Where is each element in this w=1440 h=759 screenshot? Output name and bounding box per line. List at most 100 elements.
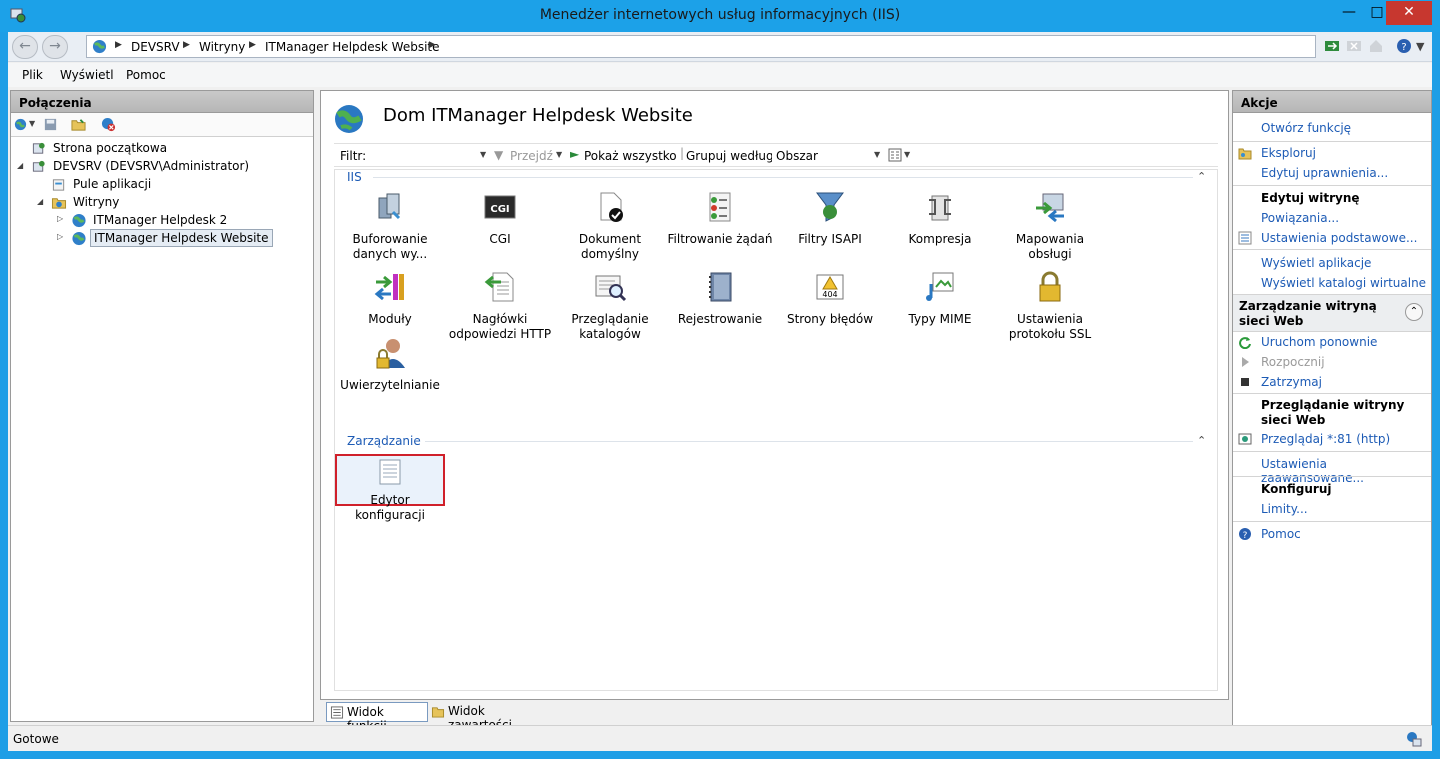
folder-icon[interactable]: [71, 117, 86, 132]
action-browse[interactable]: Przeglądaj *:81 (http): [1261, 432, 1390, 446]
divider: [1233, 249, 1431, 250]
crumb-separator-icon[interactable]: ▶: [429, 40, 436, 50]
feature-label: Typy MIME: [908, 312, 972, 326]
go-dropdown-icon[interactable]: ▼: [556, 150, 562, 159]
minimize-button[interactable]: —: [1334, 1, 1364, 25]
action-basic-settings[interactable]: Ustawienia podstawowe...: [1261, 231, 1417, 245]
divider: [1233, 141, 1431, 142]
action-restart[interactable]: Uruchom ponownie: [1261, 335, 1377, 349]
connect-dropdown-icon[interactable]: ▼: [29, 119, 35, 128]
address-field[interactable]: ▶ DEVSRV ▶ Witryny ▶ ITManager Helpdesk …: [86, 35, 1316, 58]
menu-view[interactable]: Wyświetl: [60, 68, 114, 82]
group-by-select[interactable]: Obszar ▼: [772, 146, 884, 165]
feature-error-pages[interactable]: 404 Strony błędów: [775, 270, 885, 327]
close-button[interactable]: ✕: [1386, 1, 1432, 25]
action-bindings[interactable]: Powiązania...: [1261, 211, 1339, 225]
disconnect-icon[interactable]: [101, 117, 116, 132]
error-pages-icon-text: 404: [822, 290, 837, 299]
action-start[interactable]: Rozpocznij: [1261, 355, 1325, 369]
feature-handler-mappings[interactable]: Mapowania obsługi: [995, 190, 1105, 262]
feature-configuration-editor[interactable]: Edytor konfiguracji: [335, 454, 445, 522]
action-edit-permissions[interactable]: Edytuj uprawnienia...: [1261, 166, 1388, 180]
tab-features-view[interactable]: Widok funkcji: [326, 702, 428, 733]
filter-dropdown-icon[interactable]: ▼: [480, 150, 486, 159]
tree-item-start-page[interactable]: Strona początkowa: [53, 141, 167, 155]
feature-authentication[interactable]: Uwierzytelnianie: [335, 336, 445, 393]
feature-label: CGI: [489, 232, 511, 246]
logging-icon: [709, 272, 732, 302]
back-button[interactable]: ←: [12, 35, 38, 59]
crumb-website[interactable]: ITManager Helpdesk Website: [265, 40, 440, 54]
feature-modules[interactable]: Moduły: [335, 270, 445, 327]
action-view-virtual-dirs[interactable]: Wyświetl katalogi wirtualne: [1261, 276, 1426, 290]
action-stop[interactable]: Zatrzymaj: [1261, 375, 1322, 389]
group-header-management[interactable]: Zarządzanie: [347, 434, 421, 448]
compression-icon: [929, 195, 951, 221]
tree-expand-icon[interactable]: ◢: [17, 161, 23, 170]
forward-button[interactable]: →: [42, 35, 68, 59]
feature-cgi[interactable]: CGI CGI: [445, 190, 555, 247]
feature-output-caching[interactable]: Buforowanie danych wy...: [335, 190, 445, 262]
refresh-icon[interactable]: [1324, 38, 1340, 54]
collapse-section-icon[interactable]: ⌃: [1405, 303, 1423, 321]
feature-label: Mapowania obsługi: [1015, 232, 1085, 261]
site-globe-icon: [335, 105, 363, 133]
show-all-button[interactable]: Pokaż wszystko: [584, 149, 677, 163]
restart-icon: [1239, 337, 1251, 349]
menu-file[interactable]: Plik: [22, 68, 43, 82]
configuration-editor-icon: [379, 459, 401, 485]
feature-directory-browsing[interactable]: Przeglądanie katalogów: [555, 270, 665, 342]
feature-http-response-headers[interactable]: Nagłówki odpowiedzi HTTP: [445, 270, 555, 342]
group-by-dropdown-icon: ▼: [874, 150, 881, 159]
feature-request-filtering[interactable]: Filtrowanie żądań: [665, 190, 775, 247]
filter-input[interactable]: [368, 146, 488, 165]
action-explore[interactable]: Eksploruj: [1261, 146, 1316, 160]
save-icon[interactable]: [43, 117, 58, 132]
view-mode-icon[interactable]: [888, 148, 902, 162]
tree-item-helpdesk-website[interactable]: ITManager Helpdesk Website: [90, 229, 273, 247]
help-dropdown-icon[interactable]: ▼: [1416, 40, 1424, 53]
menu-help[interactable]: Pomoc: [126, 68, 166, 82]
crumb-separator-icon[interactable]: ▶: [249, 40, 256, 50]
feature-compression[interactable]: Kompresja: [885, 190, 995, 247]
feature-label: Filtrowanie żądań: [667, 232, 773, 246]
tree-collapse-icon[interactable]: ▷: [57, 214, 63, 223]
tab-content-view[interactable]: Widok zawartości: [430, 702, 550, 732]
section-edit-site: Edytuj witrynę: [1261, 191, 1360, 205]
feature-logging[interactable]: Rejestrowanie: [665, 270, 775, 327]
stop-icon[interactable]: [1346, 38, 1362, 54]
go-button[interactable]: Przejdź: [510, 149, 553, 163]
action-open-feature[interactable]: Otwórz funkcję: [1261, 121, 1351, 135]
feature-default-document[interactable]: Dokument domyślny: [555, 190, 665, 262]
action-limits[interactable]: Limity...: [1261, 502, 1308, 516]
help-icon[interactable]: ?: [1396, 38, 1412, 54]
tree-item-helpdesk-2[interactable]: ITManager Helpdesk 2: [93, 213, 227, 227]
crumb-devsrv[interactable]: DEVSRV: [131, 40, 180, 54]
group-header-iis[interactable]: IIS: [347, 170, 362, 184]
connect-icon[interactable]: [13, 117, 28, 132]
tree-item-server[interactable]: DEVSRV (DEVSRV\Administrator): [53, 159, 249, 173]
action-help[interactable]: Pomoc: [1261, 527, 1301, 541]
feature-ssl-settings[interactable]: Ustawienia protokołu SSL: [995, 270, 1105, 342]
home-icon[interactable]: [1368, 38, 1384, 54]
action-view-applications[interactable]: Wyświetl aplikacje: [1261, 256, 1371, 270]
feature-label: Buforowanie danych wy...: [352, 232, 428, 261]
group-collapse-icon[interactable]: ⌃: [1197, 170, 1206, 183]
crumb-separator-icon[interactable]: ▶: [183, 40, 190, 50]
feature-mime-types[interactable]: Typy MIME: [885, 270, 995, 327]
sites-folder-icon: [51, 198, 67, 209]
tree-collapse-icon[interactable]: ▷: [57, 232, 63, 241]
group-collapse-icon[interactable]: ⌃: [1197, 434, 1206, 447]
tree-item-sites[interactable]: Witryny: [73, 195, 119, 209]
action-advanced-settings[interactable]: Ustawienia zaawansowane...: [1261, 457, 1431, 485]
tree-item-app-pools[interactable]: Pule aplikacji: [73, 177, 151, 191]
divider: [1233, 451, 1431, 452]
section-manage-site-header[interactable]: Zarządzanie witryną sieci Web ⌃: [1233, 294, 1431, 332]
feature-label: Rejestrowanie: [677, 312, 763, 326]
server-icon: [32, 160, 45, 172]
view-mode-dropdown-icon[interactable]: ▼: [904, 150, 910, 159]
main-frame: ← → ▶ DEVSRV ▶ Witryny ▶ ITManager Helpd…: [8, 32, 1432, 751]
tree-expand-icon[interactable]: ◢: [37, 197, 43, 206]
feature-isapi-filters[interactable]: Filtry ISAPI: [775, 190, 885, 247]
crumb-sites[interactable]: Witryny: [199, 40, 245, 54]
